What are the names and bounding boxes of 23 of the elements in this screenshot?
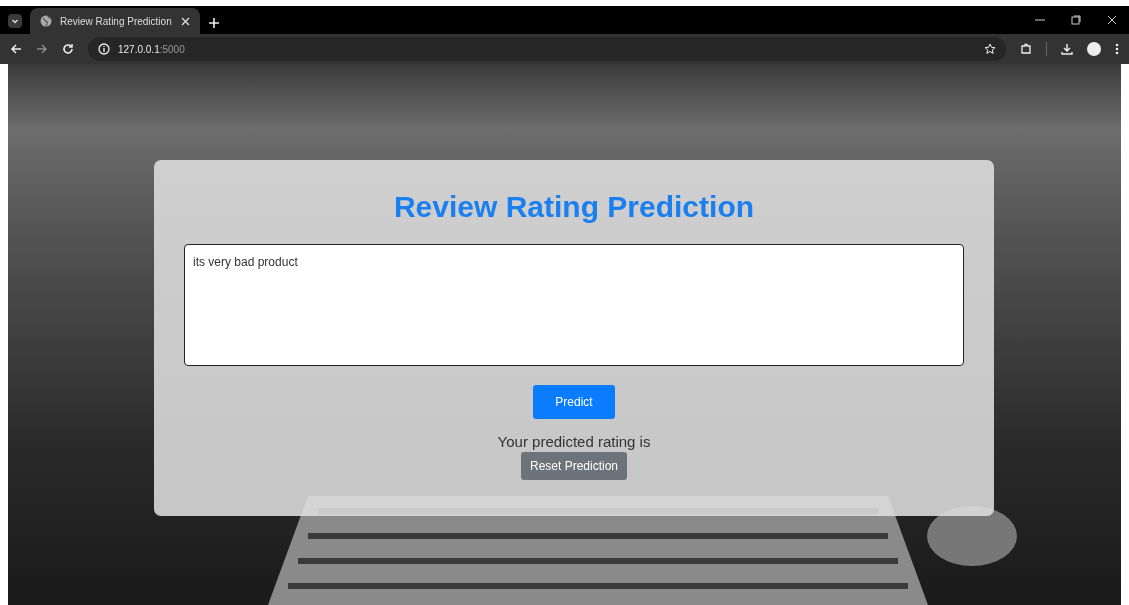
extensions-icon[interactable] bbox=[1020, 43, 1032, 55]
profile-avatar-icon[interactable] bbox=[1087, 42, 1101, 56]
result-text: Your predicted rating is bbox=[497, 433, 651, 450]
predict-button[interactable]: Predict bbox=[533, 385, 615, 419]
new-tab-icon[interactable] bbox=[208, 17, 220, 29]
star-icon[interactable] bbox=[984, 43, 996, 55]
tab-title: Review Rating Prediction bbox=[60, 15, 173, 27]
maximize-icon[interactable] bbox=[1071, 15, 1081, 25]
back-icon[interactable] bbox=[10, 43, 22, 55]
tab-search-button[interactable] bbox=[8, 14, 22, 28]
reset-prediction-button[interactable]: Reset Prediction bbox=[520, 452, 627, 480]
download-icon[interactable] bbox=[1061, 43, 1073, 55]
close-icon[interactable] bbox=[1107, 15, 1117, 25]
url-text: 127.0.0.1:5000 bbox=[118, 43, 185, 55]
reload-icon[interactable] bbox=[62, 43, 74, 55]
page-title: Review Rating Prediction bbox=[393, 190, 755, 224]
more-menu-icon[interactable] bbox=[1115, 43, 1119, 55]
tab-close-icon[interactable] bbox=[181, 16, 190, 26]
browser-tab[interactable]: Review Rating Prediction bbox=[30, 8, 200, 34]
info-icon[interactable] bbox=[98, 43, 110, 55]
address-bar[interactable]: 127.0.0.1:5000 bbox=[88, 37, 1006, 61]
forward-icon[interactable] bbox=[36, 43, 48, 55]
review-input-field[interactable]: its very bad product bbox=[184, 244, 964, 366]
